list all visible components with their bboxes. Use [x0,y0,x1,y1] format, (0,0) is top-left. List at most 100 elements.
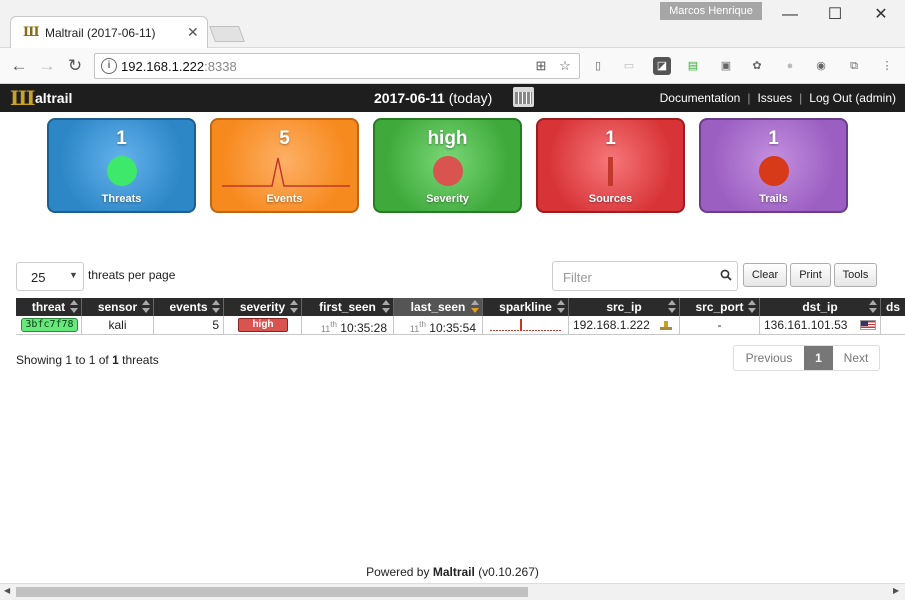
extension-icon[interactable]: ✿ [748,57,766,75]
page-length-value: 25 [31,270,46,285]
tab-close-icon[interactable]: ✕ [187,24,199,41]
page-length-select[interactable]: 25 ▼ [16,262,84,291]
forward-icon[interactable]: → [37,56,57,76]
previous-page-button[interactable]: Previous [734,346,804,370]
current-date[interactable]: 2017-06-11 (today) [374,90,492,106]
col-src-ip[interactable]: src_ip [569,298,680,316]
header-links: Documentation | Issues | Log Out (admin) [659,91,896,105]
maximize-icon[interactable]: ☐ [820,4,850,26]
events-label: Events [266,193,303,205]
documentation-link[interactable]: Documentation [660,91,741,105]
new-tab-button[interactable] [209,26,245,42]
cell-src-port: - [680,316,760,335]
clear-button[interactable]: Clear [743,263,787,287]
extension-icon[interactable]: ▣ [717,57,735,75]
trails-dot-icon [759,156,789,186]
maltrail-favicon-icon: Ш [23,25,40,40]
site-info-icon[interactable]: i [101,58,117,74]
severity-value: high [427,128,468,149]
sources-card[interactable]: 1 Sources [536,118,685,213]
browser-tabstrip: Ш Maltrail (2017-06-11) ✕ Marcos Henriqu… [0,0,905,48]
footer-link[interactable]: Maltrail [433,565,475,579]
trails-count: 1 [768,128,779,149]
col-threat[interactable]: threat [16,298,82,316]
col-dst-ip[interactable]: dst_ip [760,298,881,316]
scrollbar-thumb[interactable] [16,587,528,597]
sources-count: 1 [605,128,616,149]
severity-dot-icon [433,156,463,186]
cell-first-seen: 11th 10:35:28 [302,316,394,335]
browser-toolbar: ← → ↻ i 192.168.1.222:8338 ⊞ ☆ ▯ ▭ ◪ ▤ ▣… [0,48,905,84]
minimize-icon[interactable]: — [775,4,805,26]
threats-card[interactable]: 1 Threats [47,118,196,213]
extension-icon[interactable]: ▤ [684,57,702,75]
calendar-icon[interactable] [513,87,534,107]
cell-sensor: kali [82,316,154,335]
url-text: 192.168.1.222:8338 [121,59,237,74]
col-dst-port[interactable]: ds [881,298,905,316]
col-events[interactable]: events [154,298,224,316]
pagination: Previous 1 Next [733,345,880,371]
extension-icon[interactable]: ▭ [620,57,638,75]
cell-dst-port [881,316,905,335]
trails-card[interactable]: 1 Trails [699,118,848,213]
col-sensor[interactable]: sensor [82,298,154,316]
filter-input[interactable]: Filter [552,261,738,291]
next-page-button[interactable]: Next [833,346,879,370]
browser-menu-icon[interactable]: ⋮ [878,57,896,75]
events-card[interactable]: 5 Events [210,118,359,213]
page-length-label: threats per page [88,268,176,282]
table-header: threat sensor events severity first_seen… [16,298,905,316]
print-button[interactable]: Print [790,263,831,287]
col-src-port[interactable]: src_port [680,298,760,316]
location-icon [660,321,672,330]
threats-label: Threats [101,193,142,205]
events-sparkline [222,157,350,187]
scroll-right-icon[interactable]: ▶ [893,586,899,595]
tab-title: Maltrail (2017-06-11) [45,26,156,40]
row-sparkline [490,319,562,331]
page-1-button[interactable]: 1 [804,346,833,370]
table-row[interactable]: 3bfc7f78 kali 5 high 11th 10:35:28 11th … [16,316,905,335]
cell-events: 5 [154,316,224,335]
scroll-left-icon[interactable]: ◀ [4,586,10,595]
cell-threat: 3bfc7f78 [16,316,82,335]
col-severity[interactable]: severity [224,298,302,316]
trails-label: Trails [759,193,788,205]
cell-last-seen: 11th 10:35:54 [394,316,483,335]
severity-card[interactable]: high Severity [373,118,522,213]
extension-icon[interactable]: ● [781,57,799,75]
translate-icon[interactable]: ⊞ [533,58,549,74]
extension-icon[interactable]: ◉ [812,57,830,75]
col-sparkline[interactable]: sparkline [483,298,569,316]
extension-icon[interactable]: ◪ [653,57,671,75]
bookmark-star-icon[interactable]: ☆ [557,58,573,74]
logo-text: altrail [35,90,73,106]
severity-tag: high [238,318,288,332]
cell-severity: high [224,316,302,335]
profile-badge[interactable]: Marcos Henrique [660,2,762,20]
tools-button[interactable]: Tools [834,263,877,287]
severity-label: Severity [426,193,469,205]
col-last-seen[interactable]: last_seen [394,298,483,316]
extension-icon[interactable]: ⧉ [845,57,863,75]
address-bar[interactable]: i 192.168.1.222:8338 ⊞ ☆ [94,53,580,79]
issues-link[interactable]: Issues [757,91,792,105]
reload-icon[interactable]: ↻ [65,56,85,76]
cell-sparkline [483,316,569,335]
col-first-seen[interactable]: first_seen [302,298,394,316]
cell-dst-ip[interactable]: 136.161.101.53 [760,316,881,335]
events-count: 5 [279,128,290,149]
back-icon[interactable]: ← [9,56,29,76]
threat-id-tag[interactable]: 3bfc7f78 [21,318,78,332]
extension-icon[interactable]: ▯ [589,57,607,75]
sources-label: Sources [588,193,633,205]
close-window-icon[interactable]: ✕ [866,4,896,26]
logout-link[interactable]: Log Out (admin) [809,91,896,105]
horizontal-scrollbar[interactable]: ◀ ▶ [0,583,905,600]
maltrail-logo-icon[interactable]: Ш [10,87,35,109]
footer: Powered by Maltrail (v0.10.267) [366,565,539,579]
cell-src-ip[interactable]: 192.168.1.222 [569,316,680,335]
search-icon [720,269,732,281]
browser-tab[interactable]: Ш Maltrail (2017-06-11) ✕ [10,16,208,48]
